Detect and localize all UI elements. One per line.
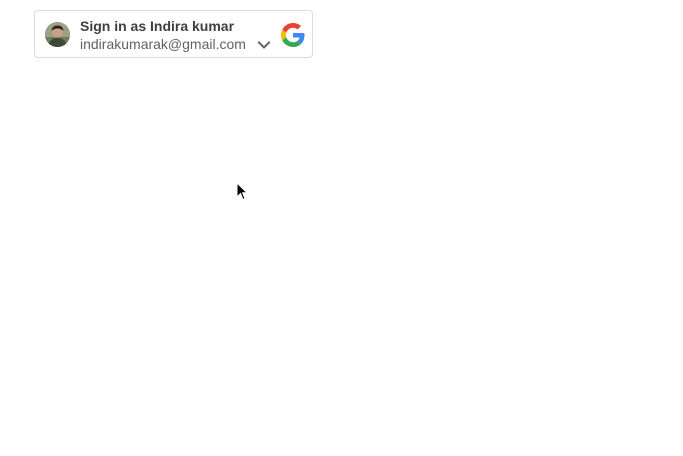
signin-title: Sign in as Indira kumar xyxy=(80,18,235,34)
google-signin-button[interactable]: Sign in as Indira kumar indirakumarak@gm… xyxy=(34,10,313,58)
signin-text: Sign in as Indira kumar indirakumarak@gm… xyxy=(80,17,270,53)
mouse-cursor-icon xyxy=(236,181,249,201)
chevron-down-icon[interactable] xyxy=(257,37,271,49)
account-email: indirakumarak@gmail.com xyxy=(80,36,246,52)
avatar xyxy=(45,22,70,47)
google-logo-icon xyxy=(281,23,305,47)
page: Sign in as Indira kumar indirakumarak@gm… xyxy=(0,0,683,456)
